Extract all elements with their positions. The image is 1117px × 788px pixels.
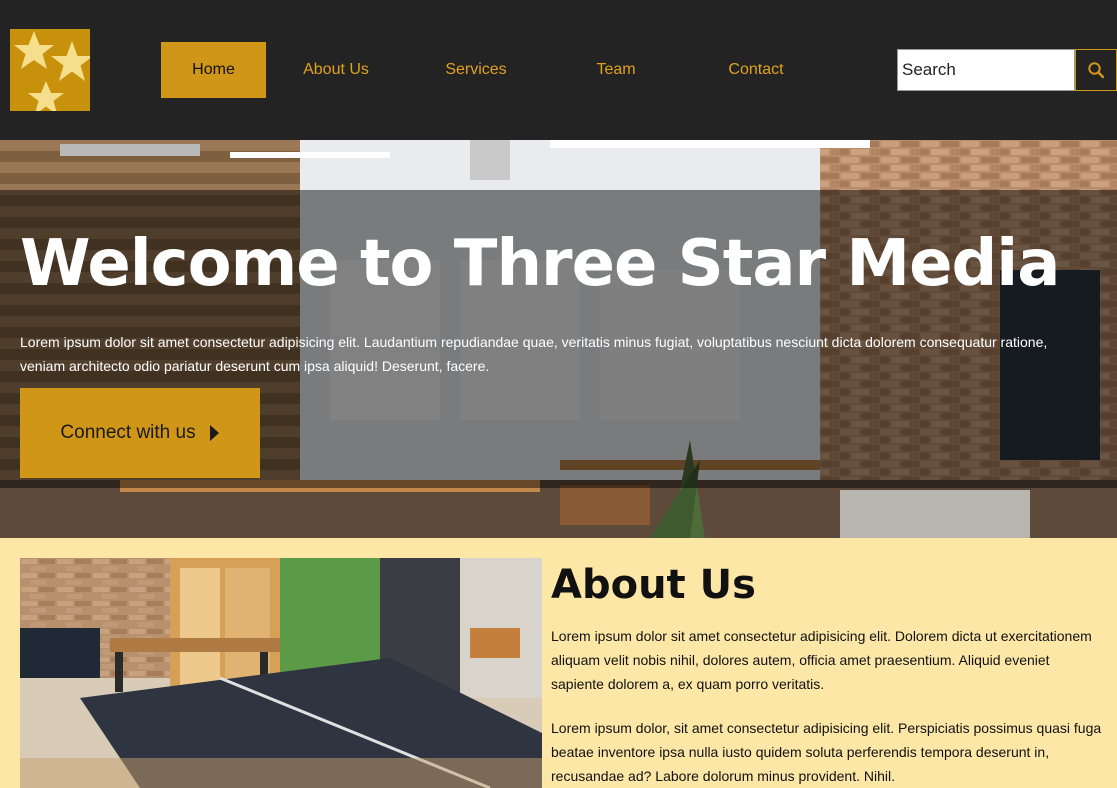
nav-item-contact[interactable]: Contact (706, 42, 806, 98)
about-title: About Us (551, 562, 756, 608)
hero-section: Welcome to Three Star Media Lorem ipsum … (0, 140, 1117, 538)
connect-button[interactable]: Connect with us (20, 388, 260, 478)
nav-item-label: Contact (728, 61, 784, 78)
nav-item-home[interactable]: Home (161, 42, 266, 98)
nav-item-label: Home (192, 61, 235, 78)
search-button[interactable] (1075, 49, 1117, 91)
connect-button-label: Connect with us (60, 422, 196, 443)
hero-title: Welcome to Three Star Media (20, 227, 1060, 301)
search-icon (1088, 62, 1105, 79)
nav-item-label: About Us (303, 61, 369, 78)
site-header: Home About Us Services Team Contact (0, 0, 1117, 140)
nav-item-team[interactable]: Team (566, 42, 666, 98)
about-paragraph-2: Lorem ipsum dolor, sit amet consectetur … (551, 720, 1102, 784)
search-input[interactable] (897, 49, 1075, 91)
nav-item-label: Services (445, 61, 507, 78)
caret-right-icon (209, 425, 219, 441)
about-paragraph-1: Lorem ipsum dolor sit amet consectetur a… (551, 628, 1092, 692)
office-lounge-image (20, 558, 542, 788)
nav-item-about-us[interactable]: About Us (286, 42, 386, 98)
hero-description: Lorem ipsum dolor sit amet consectetur a… (20, 334, 1048, 374)
nav-item-label: Team (596, 61, 636, 78)
nav-item-services[interactable]: Services (426, 42, 526, 98)
three-stars-logo[interactable] (10, 29, 90, 111)
